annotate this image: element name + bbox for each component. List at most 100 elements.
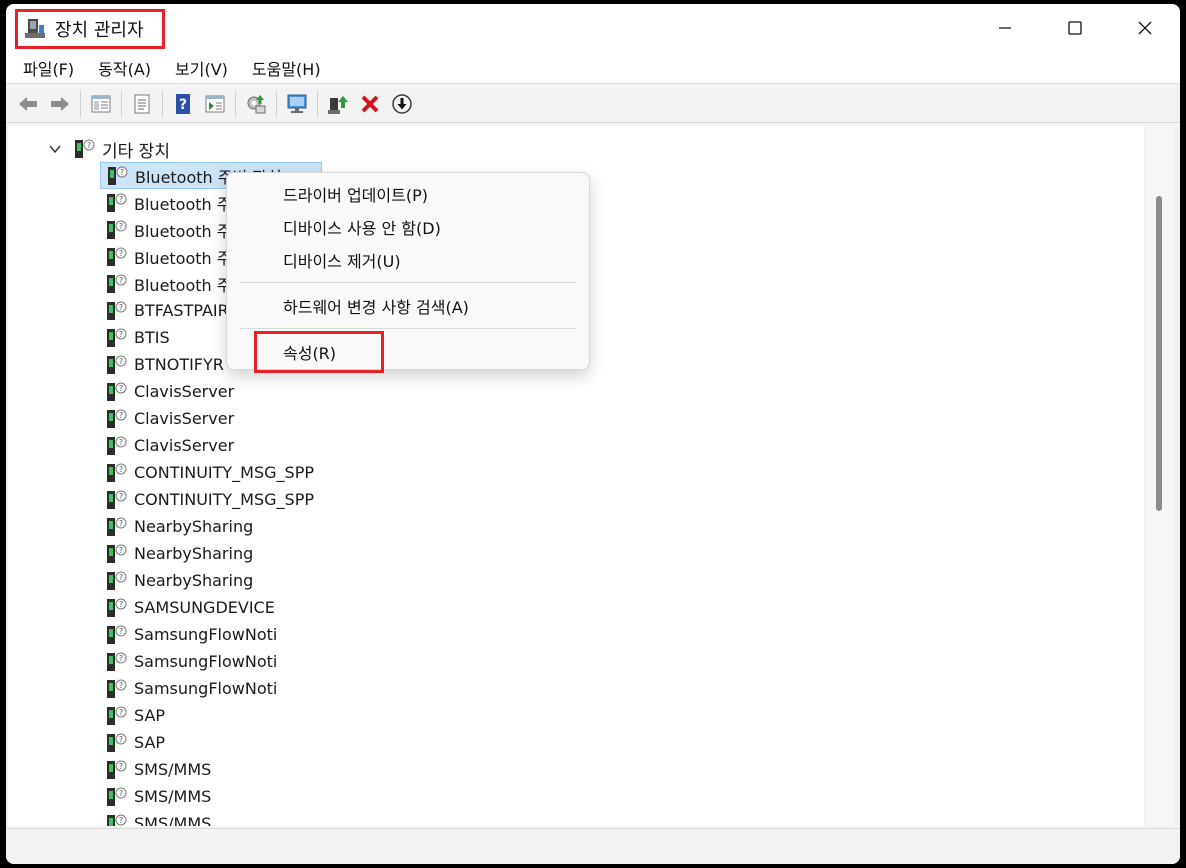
unknown-device-icon: ? [107,517,127,536]
tree-item[interactable]: ? CONTINUITY_MSG_SPP [100,459,322,486]
device-name: ClavisServer [134,436,235,455]
tree-item[interactable]: ? SamsungFlowNoti [100,621,322,648]
tree-category-other-devices[interactable]: ? 기타 장치 [8,136,170,162]
tree-item[interactable]: ? ClavisServer [100,432,322,459]
menu-file[interactable]: 파일(F) [14,52,83,84]
tree-item[interactable]: ? ClavisServer [100,378,322,405]
menu-scan-hardware[interactable]: 하드웨어 변경 사항 검색(A) [227,289,589,322]
chevron-down-icon[interactable] [48,142,62,156]
tree-item[interactable]: ? SamsungFlowNoti [100,675,322,702]
tree-item[interactable]: ? CONTINUITY_MSG_SPP [100,486,322,513]
forward-icon [51,96,69,111]
menu-action[interactable]: 동작(A) [89,52,160,84]
view-button[interactable] [199,89,231,119]
device-name: NearbySharing [134,544,254,563]
device-name: BTNOTIFYR [134,355,224,374]
unknown-device-icon: ? [107,814,127,826]
unknown-device-icon: ? [107,328,127,347]
tree-item[interactable]: ? ClavisServer [100,405,322,432]
status-bar [6,828,1180,864]
update-driver-icon [328,95,348,114]
tree-item[interactable]: ? SAMSUNGDEVICE [100,594,322,621]
unknown-device-icon: ? [107,193,127,212]
unknown-device-icon: ? [107,247,127,266]
svg-text:?: ? [119,492,123,501]
unknown-device-icon: ? [107,706,127,725]
tree-item[interactable]: ? NearbySharing [100,567,322,594]
svg-text:?: ? [119,222,123,231]
menu-separator [239,328,577,329]
properties-button[interactable] [126,89,158,119]
tree-item[interactable]: ? NearbySharing [100,513,322,540]
device-name: ClavisServer [134,382,235,401]
device-name: SMS/MMS [134,814,212,826]
unknown-device-icon: ? [107,220,127,239]
device-name: SMS/MMS [134,787,212,806]
disable-icon [392,93,412,114]
console-tree-icon [91,95,111,112]
unknown-device-icon: ? [75,139,95,158]
device-name: SamsungFlowNoti [134,652,278,671]
forward-button[interactable] [44,89,76,119]
svg-text:?: ? [119,708,123,717]
tree-item[interactable]: ? SMS/MMS [100,810,322,826]
svg-text:?: ? [119,249,123,258]
svg-text:?: ? [119,600,123,609]
help-icon: ? [176,93,190,114]
unknown-device-icon: ? [107,274,127,293]
svg-text:?: ? [119,546,123,555]
svg-text:?: ? [119,276,123,285]
svg-text:?: ? [120,168,124,177]
vertical-scrollbar[interactable] [1146,126,1174,826]
scan-hardware-button[interactable] [240,89,272,119]
device-name: SamsungFlowNoti [134,679,278,698]
tree-item[interactable]: ? NearbySharing [100,540,322,567]
close-button[interactable] [1110,4,1180,52]
back-icon [19,96,37,111]
toolbar-separator [317,90,318,117]
unknown-device-icon: ? [107,787,127,806]
svg-text:?: ? [119,816,123,825]
device-name: SMS/MMS [134,760,212,779]
menu-uninstall-device[interactable]: 디바이스 제거(U) [227,243,589,276]
svg-text:?: ? [119,573,123,582]
svg-text:?: ? [119,438,123,447]
device-manager-icon [25,19,45,38]
unknown-device-icon: ? [107,409,127,428]
unknown-device-icon: ? [107,571,127,590]
tree-item[interactable]: ? SAP [100,729,322,756]
tree-item[interactable]: ? SamsungFlowNoti [100,648,322,675]
window-title: 장치 관리자 [55,20,144,41]
unknown-device-icon: ? [107,652,127,671]
menu-update-driver[interactable]: 드라이버 업데이트(P) [227,177,589,210]
unknown-device-icon: ? [107,382,127,401]
disable-device-button[interactable] [386,89,418,119]
device-manager-window: 장치 관리자 파일(F) 동작(A) 보기(V) 도움말(H) ? ? 기타 장… [6,4,1180,864]
svg-text:?: ? [119,330,123,339]
scrollbar-thumb[interactable] [1156,196,1162,511]
device-name: NearbySharing [134,571,254,590]
monitor-button[interactable] [281,89,313,119]
uninstall-device-button[interactable] [354,89,386,119]
update-driver-button[interactable] [322,89,354,119]
tree-item[interactable]: ? SMS/MMS [100,783,322,810]
unknown-device-icon: ? [107,301,127,320]
svg-text:?: ? [119,681,123,690]
menu-disable-device[interactable]: 디바이스 사용 안 함(D) [227,210,589,243]
tree-item[interactable]: ? SAP [100,702,322,729]
help-button[interactable]: ? [167,89,199,119]
menu-view[interactable]: 보기(V) [166,52,237,84]
device-name: SAMSUNGDEVICE [134,598,275,617]
context-menu: 드라이버 업데이트(P) 디바이스 사용 안 함(D) 디바이스 제거(U) 하… [226,172,590,373]
unknown-device-icon: ? [107,436,127,455]
device-name: NearbySharing [134,517,254,536]
properties-highlight [254,331,384,373]
menu-help[interactable]: 도움말(H) [243,52,330,84]
tree-item[interactable]: ? SMS/MMS [100,756,322,783]
console-tree-button[interactable] [85,89,117,119]
maximize-button[interactable] [1040,4,1110,52]
back-button[interactable] [12,89,44,119]
minimize-button[interactable] [970,4,1040,52]
unknown-device-icon: ? [107,679,127,698]
unknown-device-icon: ? [107,490,127,509]
